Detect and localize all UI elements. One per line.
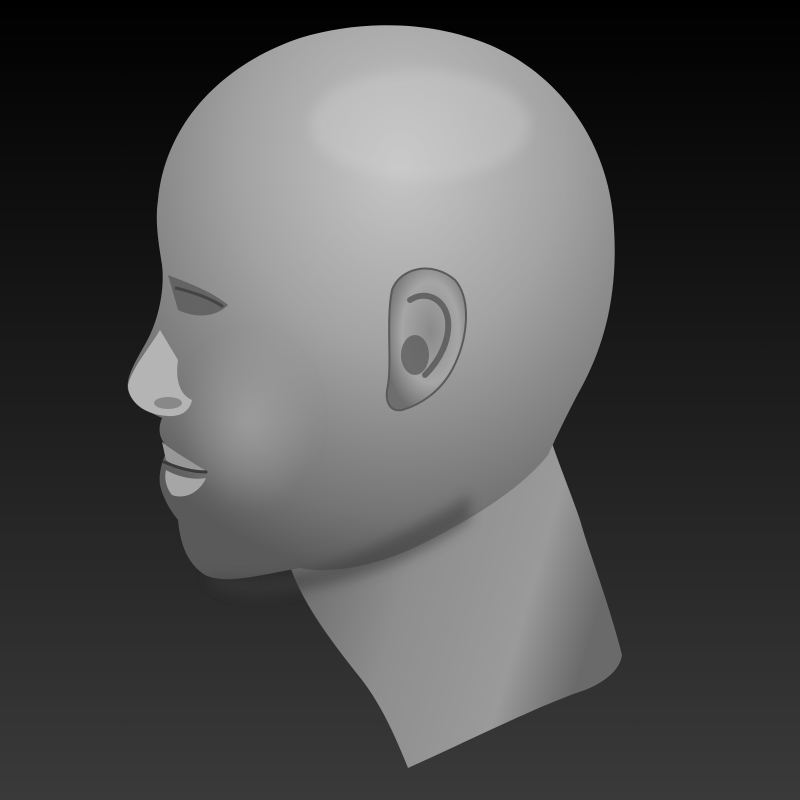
head-sculpt-render xyxy=(127,25,622,768)
nostril xyxy=(154,397,182,409)
sculpt-viewport xyxy=(0,0,800,800)
ear-canal xyxy=(401,335,429,375)
skull-highlight xyxy=(310,70,530,180)
